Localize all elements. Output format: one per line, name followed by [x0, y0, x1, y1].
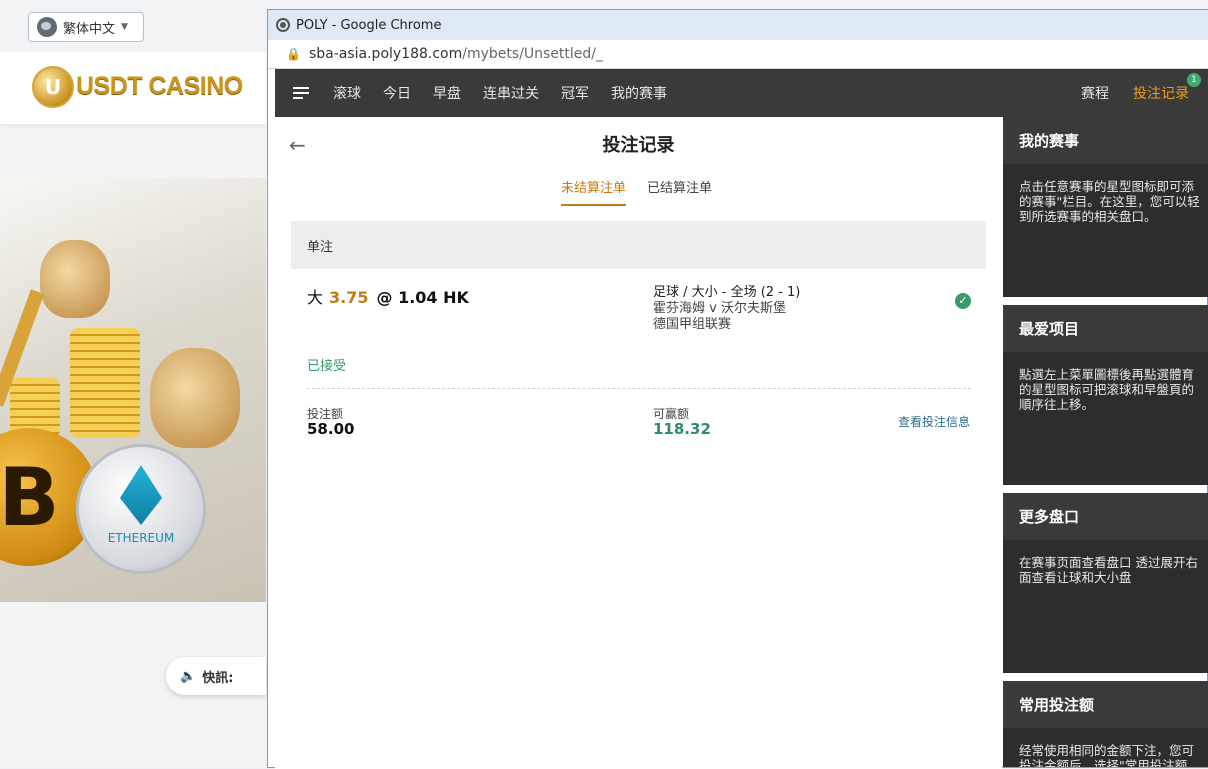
panel-line: 順序往上移。	[1019, 397, 1095, 412]
language-selector[interactable]: 繁体中文 ▼	[28, 12, 144, 42]
url-domain: sba-asia.poly188.com	[308, 46, 463, 62]
panel-line: 點選左上菜單圖標後再點選體育	[1019, 367, 1195, 382]
site-logo[interactable]: USDT CASINO	[76, 72, 243, 101]
win-value: 118.32	[653, 420, 711, 438]
dashed-divider	[307, 388, 971, 389]
section-label: 单注	[307, 239, 334, 255]
nav-item-parlay[interactable]: 连串过关	[483, 83, 539, 103]
panel-line: 经常使用相同的金额下注，您可	[1019, 743, 1195, 758]
panel-title-text: 我的赛事	[1019, 132, 1080, 150]
panel-title-text: 常用投注额	[1019, 696, 1095, 714]
view-bet-info-link[interactable]: 查看投注信息	[898, 413, 970, 430]
section-header-single: 单注	[291, 221, 986, 269]
logo-coin-icon: U	[32, 66, 74, 108]
bet-odds: @ 1.04 HK	[376, 288, 469, 307]
nav-item-schedule[interactable]: 赛程	[1081, 83, 1109, 103]
news-ticker[interactable]: 🔈 快訊:	[166, 657, 266, 695]
hero-banner: B ETHEREUM	[0, 178, 266, 602]
check-circle-icon: ✓	[955, 293, 971, 309]
tutorial-panel-favorites: 最爱项目 點選左上菜單圖標後再點選體育 的星型图标可把滚球和早盤頁的 順序往上移…	[1003, 305, 1208, 485]
coin-stack-image	[70, 328, 140, 438]
globe-icon	[37, 17, 57, 37]
bet-record-content: ← 投注记录 未结算注单 已结算注单 单注 大 3.75 @ 1.04 HK 足球 …	[275, 117, 1002, 769]
address-bar[interactable]: 🔒 sba-asia.poly188.com/mybets/Unsettled/…	[268, 40, 1208, 69]
ethereum-coin-label: ETHEREUM	[107, 531, 175, 545]
panel-line: 的赛事"栏目。在这里，您可以轻	[1019, 194, 1200, 209]
nav-item-live[interactable]: 滚球	[333, 83, 361, 103]
nav-item-bet-record[interactable]: 投注记录 1	[1133, 73, 1201, 103]
panel-text: 在赛事页面查看盘口 透过展开右 面查看让球和大小盘	[1003, 540, 1208, 585]
money-bag-image	[150, 348, 240, 448]
lock-icon: 🔒	[286, 47, 301, 61]
bet-selection-name: 大	[307, 288, 324, 307]
language-label: 繁体中文	[63, 21, 116, 37]
window-title: POLY - Google Chrome	[296, 17, 442, 33]
bet-line: 3.75	[329, 288, 369, 307]
panel-line: 到所选赛事的相关盘口。	[1019, 209, 1157, 224]
tutorial-panel-my-events: 我的赛事 点击任意赛事的星型图标即可添 的赛事"栏目。在这里，您可以轻 到所选赛…	[1003, 117, 1208, 297]
window-titlebar[interactable]: POLY - Google Chrome	[268, 10, 1208, 40]
nav-item-outright[interactable]: 冠军	[561, 83, 589, 103]
panel-title: 最爱项目	[1003, 305, 1208, 352]
news-label: 快訊:	[202, 670, 234, 686]
stake-value: 58.00	[307, 420, 355, 438]
panel-line: 点击任意赛事的星型图标即可添	[1019, 179, 1195, 194]
top-navigation: 滚球 今日 早盘 连串过关 冠军 我的赛事 赛程 投注记录 1	[275, 69, 1208, 117]
panel-text: 點選左上菜單圖標後再點選體育 的星型图标可把滚球和早盤頁的 順序往上移。	[1003, 352, 1208, 412]
globe-icon	[276, 18, 290, 32]
panel-title-text: 最爱项目	[1019, 320, 1080, 338]
panel-line: 在赛事页面查看盘口 透过展开右	[1019, 555, 1198, 570]
nav-item-today[interactable]: 今日	[383, 83, 411, 103]
browser-window: POLY - Google Chrome 🔒 sba-asia.poly188.…	[267, 9, 1208, 769]
bet-market: 足球 / 大小 - 全场 (2 - 1)	[653, 285, 801, 300]
panel-line: 面查看让球和大小盘	[1019, 570, 1132, 585]
nav-item-my-events[interactable]: 我的赛事	[611, 83, 667, 103]
tutorial-panel-more-markets: 更多盘口 在赛事页面查看盘口 透过展开右 面查看让球和大小盘	[1003, 493, 1208, 673]
url-path: /mybets/Unsettled/_	[462, 46, 604, 62]
panel-title: 更多盘口	[1003, 493, 1208, 540]
panel-title-text: 更多盘口	[1019, 508, 1080, 526]
ethereum-logo-icon	[120, 465, 162, 525]
bitcoin-symbol: B	[0, 450, 60, 544]
bet-status: 已接受	[307, 359, 347, 374]
tab-settled[interactable]: 已结算注单	[647, 177, 712, 196]
bet-market-info: 足球 / 大小 - 全场 (2 - 1) 霍芬海姆 v 沃尔夫斯堡 德国甲组联赛	[653, 285, 800, 333]
bet-count-badge: 1	[1187, 73, 1201, 87]
panel-line: 投注金额后，选择"常用投注额	[1019, 758, 1188, 767]
panel-title: 常用投注额	[1003, 681, 1208, 728]
tutorial-panel-common-stakes: 常用投注额 经常使用相同的金额下注，您可 投注金额后，选择"常用投注额	[1003, 681, 1208, 767]
bet-teams: 霍芬海姆 v 沃尔夫斯堡	[653, 301, 786, 316]
page-title: 投注记录	[602, 135, 675, 156]
bet-league: 德国甲组联赛	[653, 317, 732, 332]
panel-text: 点击任意赛事的星型图标即可添 的赛事"栏目。在这里，您可以轻 到所选赛事的相关盘…	[1003, 164, 1208, 224]
panel-title: 我的赛事	[1003, 117, 1208, 164]
nav-item-early[interactable]: 早盘	[433, 83, 461, 103]
nav-bet-record-label: 投注记录	[1133, 86, 1189, 102]
panel-line: 的星型图标可把滚球和早盤頁的	[1019, 382, 1195, 397]
chevron-down-icon: ▼	[121, 22, 128, 32]
hamburger-menu-icon[interactable]	[293, 87, 309, 99]
bet-selection: 大 3.75 @ 1.04 HK	[307, 284, 469, 308]
ethereum-coin-image: ETHEREUM	[76, 444, 206, 574]
speaker-icon: 🔈	[180, 668, 197, 684]
money-bag-image	[40, 240, 110, 318]
tab-unsettled[interactable]: 未结算注单	[561, 177, 627, 206]
panel-text: 经常使用相同的金额下注，您可 投注金额后，选择"常用投注额	[1003, 728, 1208, 767]
